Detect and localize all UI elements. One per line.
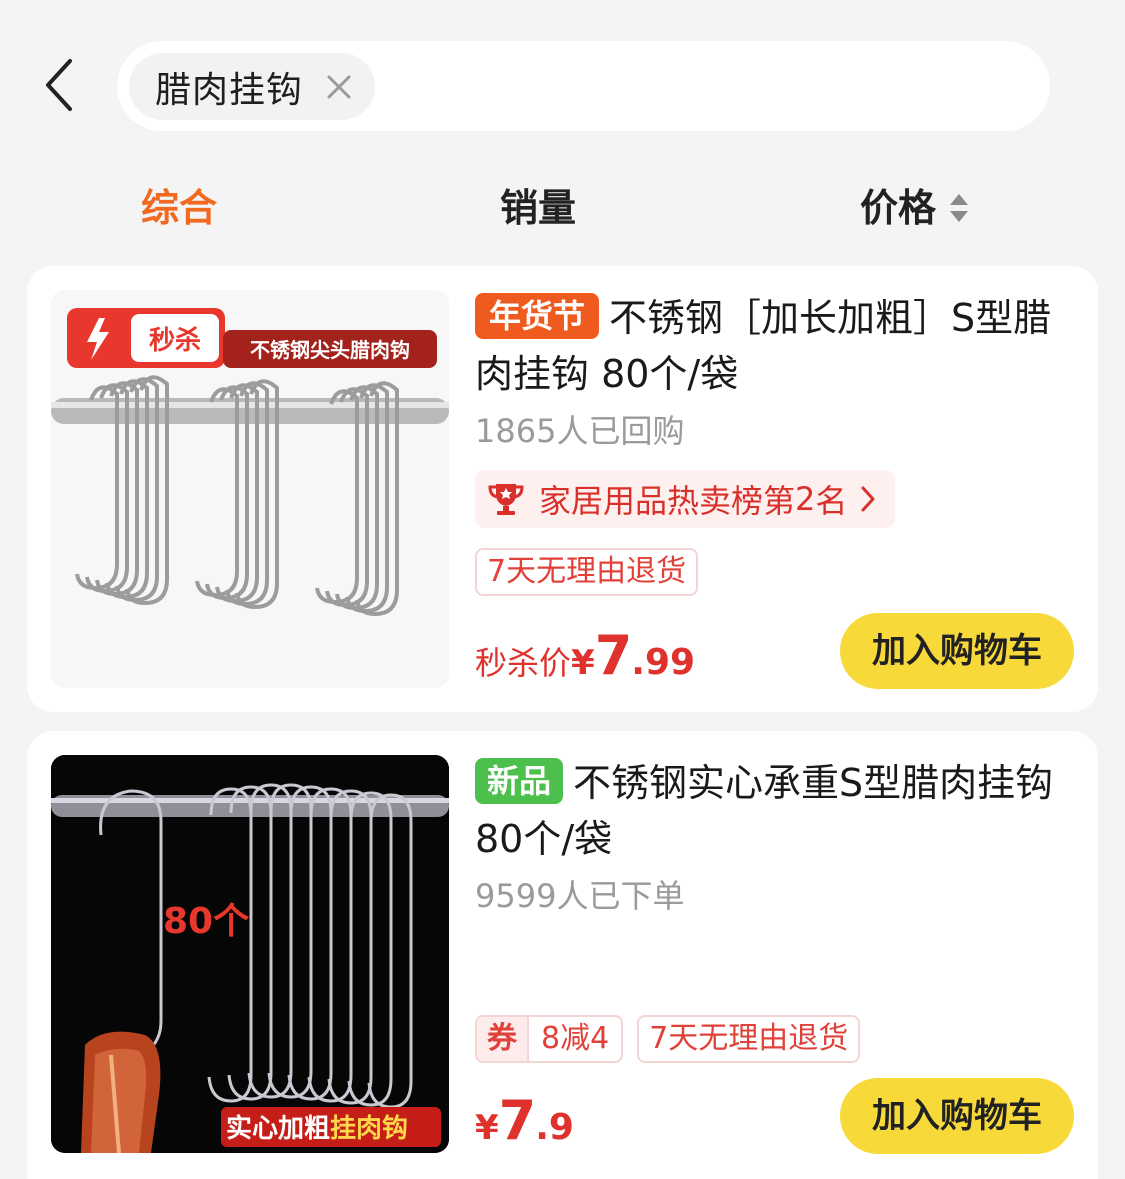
ranking-suffix: 名 — [815, 482, 848, 520]
close-icon[interactable] — [321, 69, 357, 105]
header: 腊肉挂钩 综合 销量 价格 — [0, 0, 1125, 262]
chevron-right-icon — [861, 486, 875, 512]
ranking-badge[interactable]: 家居用品热卖榜第 2 名 — [475, 470, 896, 528]
coupon-key: 券 — [477, 1017, 529, 1061]
price: 秒杀价 ¥ 7 .99 — [475, 624, 695, 687]
price: ¥ 7 .9 — [475, 1089, 574, 1152]
add-to-cart-button[interactable]: 加入购物车 — [840, 1078, 1074, 1154]
price-currency: ¥ — [475, 1108, 499, 1148]
product-title[interactable]: 年货节 不锈钢［加长加粗］S型腊肉挂钩 80个/袋 — [475, 290, 1074, 402]
price-currency: ¥ — [571, 643, 595, 683]
image-banner-text: 实心加粗 — [226, 1113, 330, 1144]
image-count-text: 80个 — [163, 901, 249, 942]
trophy-icon — [488, 484, 524, 515]
product-info: 年货节 不锈钢［加长加粗］S型腊肉挂钩 80个/袋 1865人已回购 家居用品热卖… — [475, 290, 1074, 596]
new-tag: 新品 — [475, 758, 564, 804]
product-image[interactable]: 80个 实心加粗 挂肉钩 — [51, 755, 449, 1153]
sales-count: 1865人已回购 — [475, 412, 685, 450]
promo-row: 7天无理由退货 — [475, 548, 1074, 596]
tab-comprehensive[interactable]: 综合 — [141, 180, 217, 236]
price-integer: 7 — [594, 624, 633, 687]
search-keyword: 腊肉挂钩 — [155, 69, 304, 111]
tab-price[interactable]: 价格 — [860, 180, 970, 236]
product-info: 新品 不锈钢实心承重S型腊肉挂钩 80个/袋 9599人已下单 — [475, 755, 1074, 917]
back-button[interactable] — [28, 50, 88, 120]
tab-price-label: 价格 — [860, 186, 937, 230]
price-decimal: .99 — [631, 642, 696, 683]
product-card[interactable]: 秒杀 不锈钢尖头腊肉钩 年货节 不锈钢［加长加粗］S型腊肉挂钩 80个/袋 186… — [27, 266, 1098, 712]
image-banner-text: 不锈钢尖头腊肉钩 — [250, 338, 410, 362]
promo-row: 券 8减4 7天无理由退货 — [475, 1015, 874, 1063]
image-badge-text: 秒杀 — [149, 325, 201, 356]
tab-sales[interactable]: 销量 — [500, 180, 576, 236]
search-keyword-chip[interactable]: 腊肉挂钩 — [129, 53, 375, 120]
product-card[interactable]: 80个 实心加粗 挂肉钩 新品 不锈钢实心承重S型腊肉挂钩 80个/袋 9599人… — [27, 731, 1098, 1179]
return-policy-badge: 7天无理由退货 — [637, 1015, 861, 1063]
coupon-badge[interactable]: 券 8减4 — [475, 1015, 624, 1063]
product-image[interactable]: 秒杀 不锈钢尖头腊肉钩 — [51, 290, 449, 688]
ranking-number: 2 — [795, 480, 816, 518]
product-title[interactable]: 新品 不锈钢实心承重S型腊肉挂钩 80个/袋 — [475, 755, 1074, 867]
festival-tag: 年货节 — [475, 293, 600, 339]
search-bar[interactable]: 腊肉挂钩 — [117, 41, 1050, 131]
price-decimal: .9 — [535, 1107, 574, 1148]
image-banner-highlight: 挂肉钩 — [330, 1114, 408, 1144]
sort-icon — [950, 194, 969, 222]
chevron-left-icon — [46, 59, 72, 111]
coupon-value: 8减4 — [541, 1021, 610, 1056]
add-to-cart-button[interactable]: 加入购物车 — [840, 613, 1074, 689]
sales-count: 9599人已下单 — [475, 877, 685, 915]
ranking-prefix: 家居用品热卖榜第 — [539, 482, 796, 520]
price-integer: 7 — [498, 1089, 537, 1152]
price-label: 秒杀价 — [475, 644, 572, 682]
return-policy-badge: 7天无理由退货 — [475, 548, 699, 596]
